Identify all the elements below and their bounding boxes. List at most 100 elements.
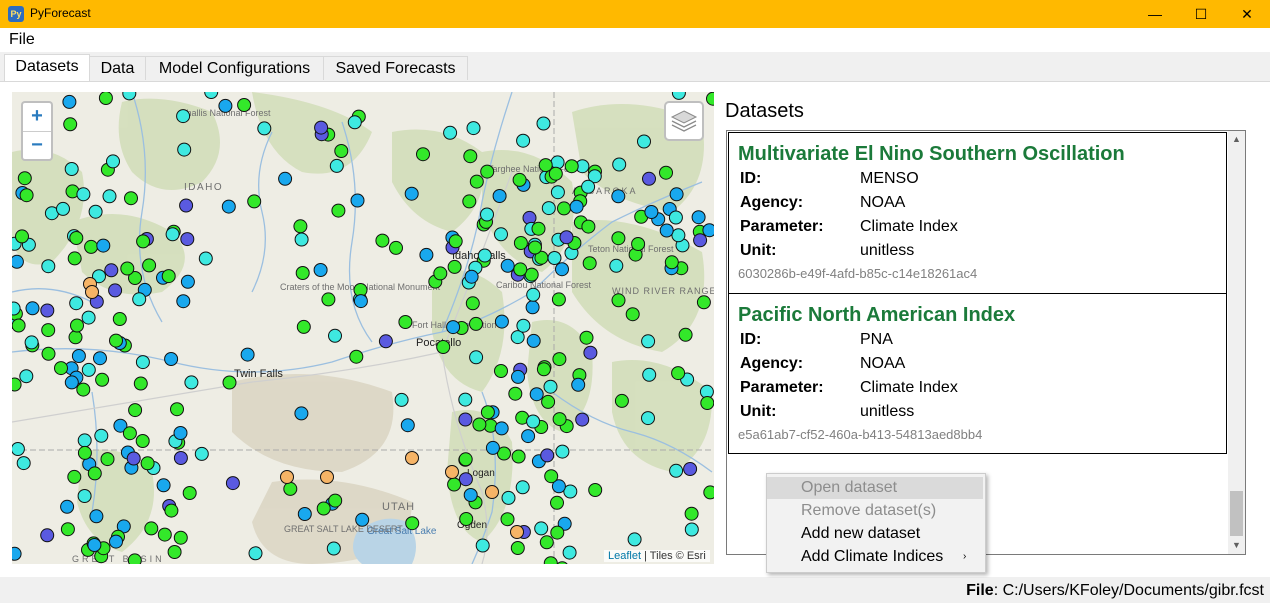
station-marker[interactable]	[177, 142, 192, 157]
menu-item-add-new-dataset[interactable]: Add new dataset	[767, 523, 983, 545]
tab-saved-forecasts[interactable]: Saved Forecasts	[323, 56, 468, 80]
station-marker[interactable]	[237, 98, 252, 112]
station-marker[interactable]	[375, 233, 390, 248]
station-marker[interactable]	[582, 256, 597, 271]
station-marker[interactable]	[664, 255, 679, 270]
station-marker[interactable]	[485, 485, 499, 499]
station-marker[interactable]	[12, 254, 24, 269]
station-marker[interactable]	[164, 352, 179, 366]
station-marker[interactable]	[144, 521, 159, 536]
station-marker[interactable]	[294, 406, 309, 421]
tab-data[interactable]: Data	[89, 56, 146, 80]
station-marker[interactable]	[508, 386, 523, 401]
station-marker[interactable]	[550, 495, 564, 510]
station-marker[interactable]	[529, 387, 544, 402]
station-marker[interactable]	[516, 133, 531, 148]
station-marker[interactable]	[477, 248, 492, 263]
station-marker[interactable]	[173, 426, 188, 440]
station-marker[interactable]	[69, 296, 84, 311]
station-marker[interactable]	[641, 411, 655, 426]
station-marker[interactable]	[513, 262, 528, 277]
station-marker[interactable]	[24, 335, 39, 350]
station-marker[interactable]	[671, 228, 686, 243]
station-marker[interactable]	[526, 287, 541, 302]
layers-button[interactable]	[664, 101, 704, 141]
station-marker[interactable]	[41, 346, 56, 361]
station-marker[interactable]	[389, 240, 403, 255]
station-marker[interactable]	[485, 440, 500, 455]
station-marker[interactable]	[19, 188, 34, 203]
station-marker[interactable]	[69, 231, 84, 245]
station-marker[interactable]	[194, 446, 209, 461]
station-marker[interactable]	[637, 134, 651, 149]
station-marker[interactable]	[108, 283, 123, 298]
close-button[interactable]: ✕	[1224, 0, 1270, 28]
station-marker[interactable]	[198, 251, 213, 266]
station-marker[interactable]	[353, 294, 368, 309]
station-marker[interactable]	[547, 251, 562, 265]
station-marker[interactable]	[93, 351, 107, 366]
station-marker[interactable]	[102, 189, 117, 204]
station-marker[interactable]	[500, 512, 515, 527]
station-marker[interactable]	[12, 546, 22, 561]
station-marker[interactable]	[225, 476, 240, 491]
station-marker[interactable]	[557, 201, 571, 216]
station-marker[interactable]	[294, 232, 309, 247]
station-marker[interactable]	[328, 328, 342, 343]
station-marker[interactable]	[81, 362, 96, 377]
station-marker[interactable]	[68, 330, 83, 345]
station-marker[interactable]	[642, 367, 657, 382]
station-marker[interactable]	[106, 154, 120, 169]
scroll-up-arrow[interactable]: ▲	[1228, 131, 1245, 148]
station-marker[interactable]	[182, 486, 197, 500]
station-marker[interactable]	[703, 485, 714, 500]
station-marker[interactable]	[70, 318, 84, 333]
station-marker[interactable]	[124, 191, 138, 206]
station-marker[interactable]	[501, 490, 516, 505]
station-marker[interactable]	[492, 189, 507, 203]
station-marker[interactable]	[222, 375, 237, 390]
station-marker[interactable]	[404, 186, 419, 201]
station-marker[interactable]	[469, 316, 483, 331]
menu-file[interactable]: File	[9, 31, 35, 49]
station-marker[interactable]	[87, 538, 102, 552]
station-marker[interactable]	[480, 207, 494, 222]
station-marker[interactable]	[76, 187, 91, 202]
station-marker[interactable]	[562, 545, 577, 560]
station-marker[interactable]	[540, 448, 555, 463]
station-marker[interactable]	[534, 521, 549, 536]
station-marker[interactable]	[140, 456, 155, 471]
station-marker[interactable]	[494, 227, 508, 242]
station-marker[interactable]	[609, 258, 624, 273]
station-marker[interactable]	[87, 466, 102, 481]
station-marker[interactable]	[544, 469, 559, 484]
station-marker[interactable]	[350, 193, 365, 208]
station-marker[interactable]	[40, 528, 55, 543]
station-marker[interactable]	[240, 347, 255, 362]
station-marker[interactable]	[525, 300, 540, 315]
tab-model-configurations[interactable]: Model Configurations	[145, 56, 324, 80]
station-marker[interactable]	[581, 179, 596, 194]
station-marker[interactable]	[176, 294, 191, 309]
station-marker[interactable]	[480, 405, 495, 420]
station-marker[interactable]	[17, 171, 32, 186]
station-marker[interactable]	[112, 312, 127, 326]
station-marker[interactable]	[611, 231, 626, 246]
station-marker[interactable]	[247, 194, 262, 209]
station-marker[interactable]	[552, 352, 567, 367]
station-marker[interactable]	[642, 171, 656, 186]
station-marker[interactable]	[135, 434, 150, 448]
station-marker[interactable]	[296, 319, 311, 334]
station-marker[interactable]	[180, 274, 195, 289]
station-marker[interactable]	[67, 251, 82, 266]
station-marker[interactable]	[12, 442, 25, 456]
station-marker[interactable]	[85, 285, 99, 299]
station-marker[interactable]	[204, 92, 219, 99]
station-marker[interactable]	[693, 233, 708, 248]
station-marker[interactable]	[133, 376, 148, 391]
station-marker[interactable]	[458, 452, 473, 467]
leaflet-link[interactable]: Leaflet	[608, 550, 641, 562]
station-marker[interactable]	[88, 204, 103, 219]
station-marker[interactable]	[575, 412, 590, 427]
station-marker[interactable]	[416, 147, 430, 162]
